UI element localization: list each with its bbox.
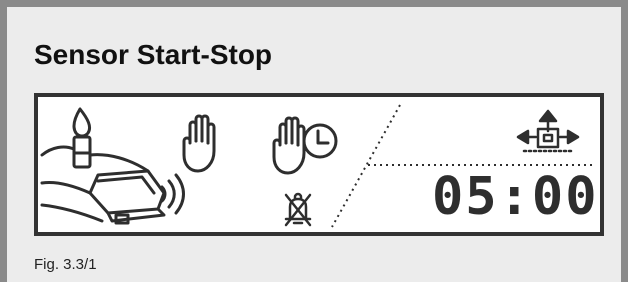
lcd-display: 05:00: [34, 93, 604, 236]
proximity-waves-icon: [160, 173, 185, 215]
hand-timer-icon: [272, 116, 338, 175]
hand-icon: [182, 114, 216, 173]
timer-readout: 05:00: [432, 167, 599, 227]
diagonal-divider: [331, 104, 401, 228]
no-bell-icon: [284, 192, 312, 227]
hand-on-device-icon: [40, 107, 166, 225]
move-arrows-icon: [516, 109, 580, 153]
figure-title: Sensor Start-Stop: [34, 39, 273, 70]
figure-caption: Fig. 3.3/1: [34, 256, 97, 273]
figure-frame: Sensor Start-Stop 05:00 Fig. 3.3/1: [0, 0, 628, 282]
